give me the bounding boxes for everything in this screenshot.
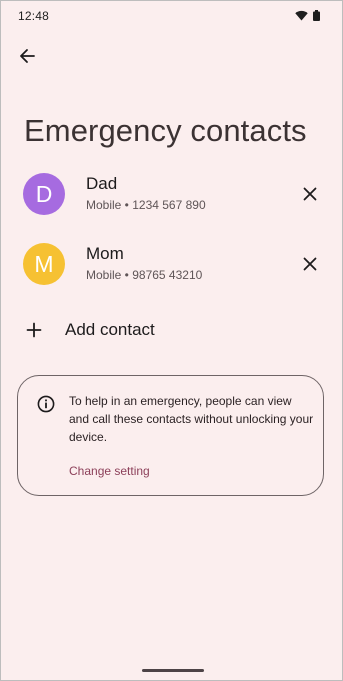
contact-detail: Mobile • 98765 43210	[86, 268, 203, 282]
plus-icon	[26, 322, 42, 338]
contact-item-dad[interactable]: D Dad Mobile • 1234 567 890	[1, 172, 342, 232]
contact-item-mom[interactable]: M Mom Mobile • 98765 43210	[1, 242, 342, 302]
home-indicator[interactable]	[142, 669, 204, 672]
add-contact-label: Add contact	[65, 320, 155, 339]
back-button[interactable]	[13, 42, 41, 70]
info-text: To help in an emergency, people can view…	[69, 394, 314, 444]
change-setting-link[interactable]: Change setting	[69, 464, 150, 478]
phone-screen: 12:48 Emergency contacts D Dad Mobile • …	[0, 0, 343, 681]
status-bar: 12:48	[1, 1, 342, 31]
status-icons	[295, 10, 320, 21]
contact-detail: Mobile • 1234 567 890	[86, 198, 206, 212]
page-title: Emergency contacts	[24, 113, 307, 148]
avatar: D	[23, 173, 65, 215]
battery-icon	[313, 10, 320, 21]
remove-contact-button[interactable]	[297, 251, 323, 277]
status-time: 12:48	[18, 9, 50, 23]
add-contact-button[interactable]: Add contact	[1, 315, 342, 345]
wifi-icon	[295, 10, 308, 21]
info-icon	[37, 395, 55, 413]
contact-name: Mom	[86, 244, 124, 263]
arrow-left-icon	[20, 49, 35, 63]
info-card: To help in an emergency, people can view…	[17, 375, 324, 496]
close-icon	[303, 187, 317, 201]
remove-contact-button[interactable]	[297, 181, 323, 207]
avatar: M	[23, 243, 65, 285]
close-icon	[303, 257, 317, 271]
contact-name: Dad	[86, 174, 118, 193]
